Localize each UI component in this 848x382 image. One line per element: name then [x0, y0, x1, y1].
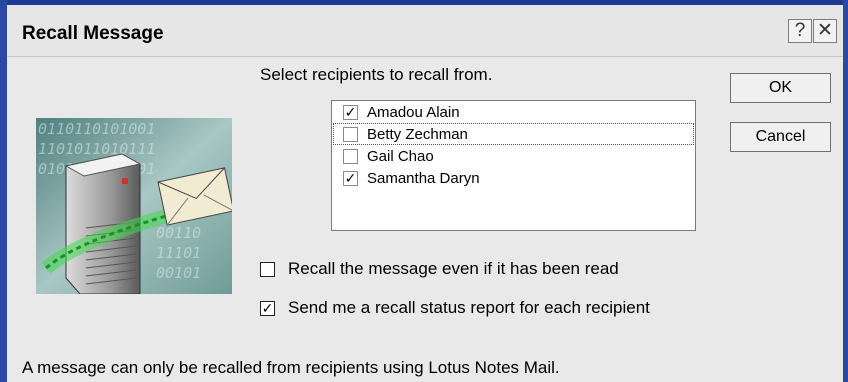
ok-button[interactable]: OK — [730, 73, 831, 103]
send-status-report-label[interactable]: Send me a recall status report for each … — [288, 298, 650, 318]
recipient-item-betty-zechman[interactable]: Betty Zechman — [333, 123, 694, 145]
recipient-item-samantha-daryn[interactable]: ✓ Samantha Daryn — [333, 167, 694, 189]
recall-even-if-read-checkbox[interactable] — [260, 262, 275, 277]
svg-text:11101: 11101 — [156, 244, 201, 262]
recall-server-envelope-illustration: 0110110101001 1101011010111 010101001010… — [36, 118, 232, 294]
svg-text:00101: 00101 — [156, 264, 201, 282]
recipient-item-amadou-alain[interactable]: ✓ Amadou Alain — [333, 101, 694, 123]
recipient-checkbox[interactable]: ✓ — [343, 171, 358, 186]
recipient-item-gail-chao[interactable]: Gail Chao — [333, 145, 694, 167]
recipient-checkbox[interactable]: ✓ — [343, 105, 358, 120]
dialog-body: 0110110101001 1101011010111 010101001010… — [7, 57, 843, 382]
window-title: Recall Message — [22, 23, 164, 44]
svg-text:00110: 00110 — [156, 224, 201, 242]
recipient-checkbox[interactable] — [343, 127, 358, 142]
recipient-name: Amadou Alain — [367, 104, 460, 121]
window-frame-right — [843, 0, 848, 382]
recipient-name: Gail Chao — [367, 148, 434, 165]
recipient-name: Samantha Daryn — [367, 170, 480, 187]
svg-text:0110110101001: 0110110101001 — [38, 120, 155, 138]
cancel-button[interactable]: Cancel — [730, 122, 831, 152]
recipient-checkbox[interactable] — [343, 149, 358, 164]
svg-text:1101011010111: 1101011010111 — [38, 140, 155, 158]
send-status-report-checkbox[interactable]: ✓ — [260, 301, 275, 316]
window-frame-left — [0, 0, 7, 382]
help-button[interactable]: ? — [788, 19, 812, 43]
title-bar: Recall Message ? ✕ — [7, 5, 843, 57]
close-button[interactable]: ✕ — [813, 19, 837, 43]
footer-note: A message can only be recalled from reci… — [22, 358, 560, 377]
recipients-list[interactable]: ✓ Amadou Alain Betty Zechman Gail Chao ✓… — [331, 100, 696, 231]
recipient-name: Betty Zechman — [367, 126, 468, 143]
recipients-prompt: Select recipients to recall from. — [260, 65, 493, 84]
recall-even-if-read-label[interactable]: Recall the message even if it has been r… — [288, 259, 619, 279]
